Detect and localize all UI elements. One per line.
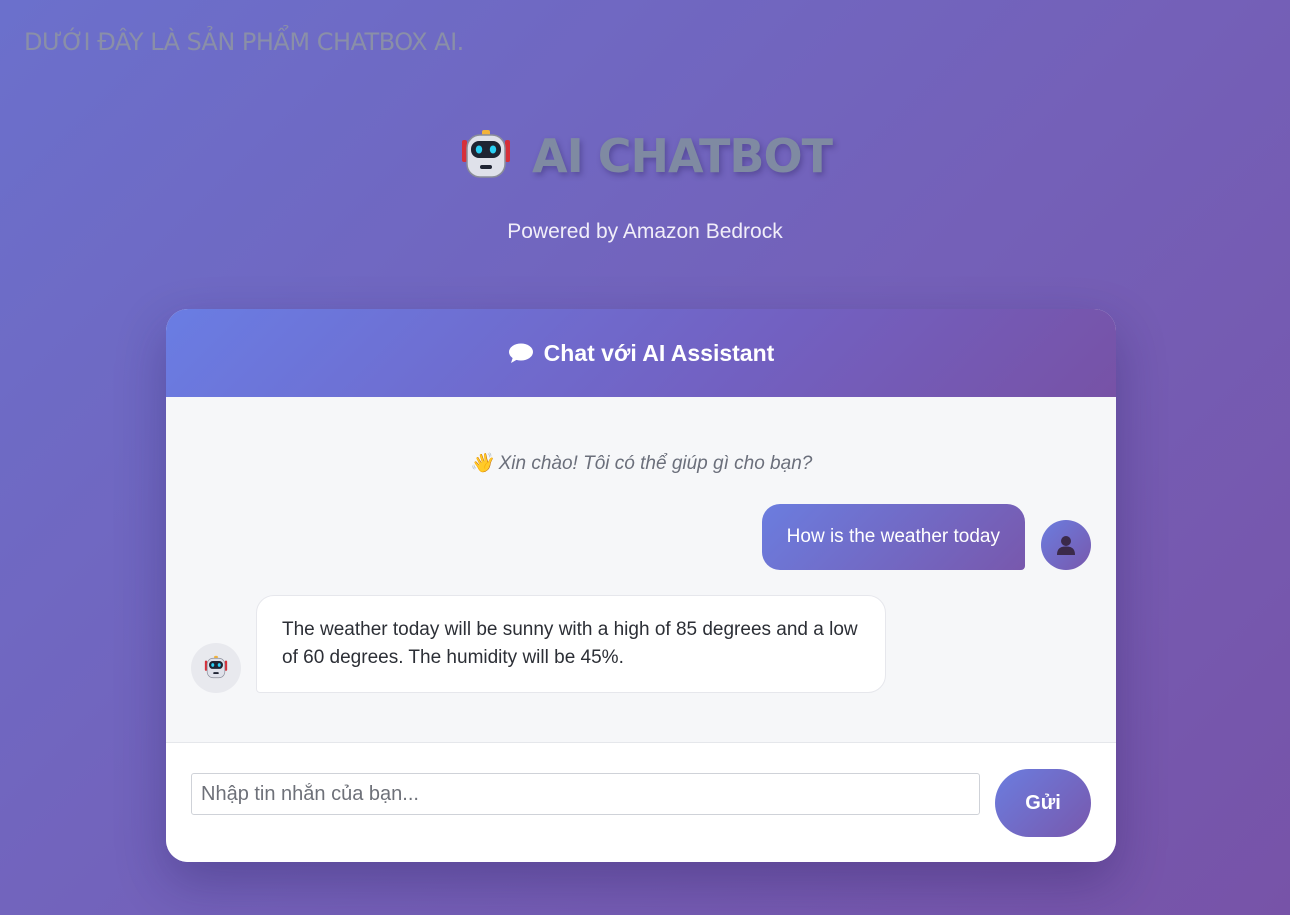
robot-icon — [204, 655, 228, 679]
robot-icon — [462, 130, 511, 178]
user-message-row: How is the weather today — [761, 504, 1091, 570]
top-note: Dưới đây là sản phẩm chatbox AI. — [24, 28, 464, 56]
bot-message-row: The weather today will be sunny with a h… — [191, 595, 886, 693]
user-silhouette-icon — [1057, 536, 1075, 555]
user-avatar — [1041, 520, 1091, 570]
bot-avatar — [191, 643, 241, 693]
chat-header: Chat với AI Assistant — [166, 309, 1116, 397]
page-subtitle: Powered by Amazon Bedrock — [507, 220, 783, 243]
chat-input-bar: Gửi — [166, 742, 1116, 862]
chat-header-title: Chat với AI Assistant — [543, 339, 775, 366]
send-button[interactable]: Gửi — [995, 769, 1091, 837]
user-message-bubble: How is the weather today — [761, 504, 1025, 570]
bot-message-bubble: The weather today will be sunny with a h… — [256, 595, 886, 693]
app-title: AI CHATBOT — [532, 129, 833, 183]
chat-panel: Chat với AI Assistant 👋 Xin chào! Tôi có… — [166, 309, 1116, 862]
page-title: AI CHATBOT — [0, 128, 1290, 184]
welcome-message: 👋 Xin chào! Tôi có thể giúp gì cho bạn? — [469, 453, 813, 474]
message-list: 👋 Xin chào! Tôi có thể giúp gì cho bạn? … — [166, 397, 1116, 742]
speech-bubble-icon — [508, 343, 533, 363]
message-input[interactable] — [191, 773, 980, 815]
